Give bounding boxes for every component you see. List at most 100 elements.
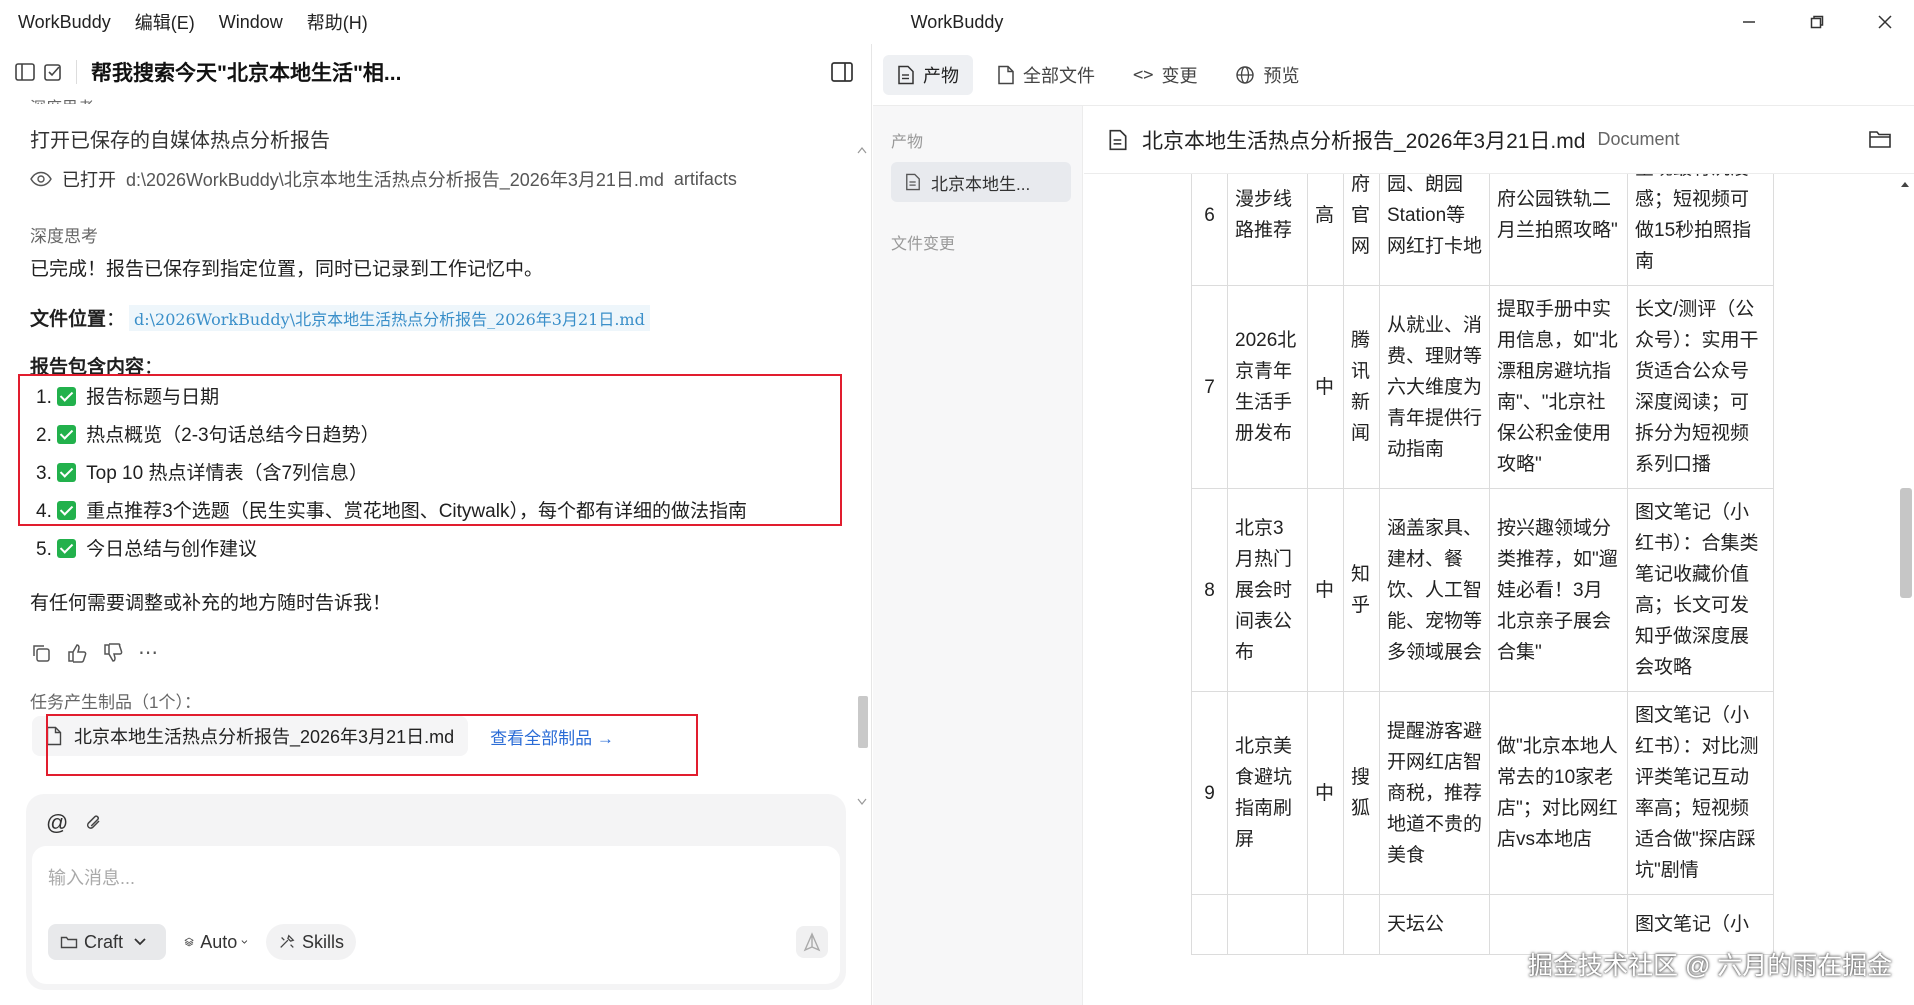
auto-label: Auto — [200, 931, 238, 952]
table-cell: 府官网 — [1343, 174, 1380, 286]
product-item[interactable]: 北京本地生... — [891, 162, 1071, 202]
table-cell: 涵盖家具、建材、餐饮、人工智能、宠物等多领域展会 — [1379, 488, 1490, 692]
rank-cell: 6 — [1191, 174, 1228, 286]
thumbs-up-icon[interactable] — [66, 642, 88, 664]
annotation-box — [46, 714, 698, 776]
closing-message: 有任何需要调整或补充的地方随时告诉我！ — [30, 593, 392, 614]
message-input[interactable]: 输入消息... Craft Auto Skills — [32, 846, 840, 984]
checkbox-checked-icon — [57, 539, 77, 558]
chat-header: 帮我搜索今天"北京本地生活"相... — [0, 44, 872, 100]
table-cell: 提醒游客避开网红店智商税，推荐地道不贵的美食 — [1379, 691, 1490, 895]
document-viewer: 6 漫步线路推荐高府官网 园、朗园Station等网红打卡地 府公园铁轨二月兰拍照攻略… — [1084, 174, 1914, 1005]
changes-section-label: 文件变更 — [891, 236, 956, 253]
table-cell: 腾讯新闻 — [1343, 285, 1380, 489]
scroll-up-icon[interactable] — [1900, 180, 1910, 188]
attach-icon[interactable] — [84, 812, 104, 834]
code-icon: <> — [1133, 64, 1154, 85]
table-cell: 府公园铁轨二月兰拍照攻略" — [1489, 174, 1628, 286]
artifacts-sidebar: 产物 北京本地生... 文件变更 — [873, 106, 1083, 1005]
rank-cell — [1191, 894, 1228, 955]
more-icon[interactable]: ⋯ — [138, 640, 159, 665]
watermark: 掘金技术社区 @ 六月的雨在掘金 — [1528, 952, 1893, 980]
table-cell: 提取手册中实用信息，如"北漂租房避坑指南"、"北京社保公积金使用攻略" — [1489, 285, 1628, 489]
craft-label: Craft — [84, 931, 124, 952]
step-open-report: 打开已保存的自媒体热点分析报告 — [30, 130, 330, 152]
scroll-down-icon[interactable] — [857, 798, 867, 806]
chevron-down-icon — [241, 940, 248, 944]
rank-cell: 9 — [1191, 691, 1228, 895]
tab-products[interactable]: 产物 — [883, 54, 973, 95]
item-number: 5. — [36, 539, 52, 560]
table-cell: 按兴趣领域分类推荐，如"遛娃必看！3月北京亲子展会合集" — [1489, 488, 1628, 692]
tab-preview[interactable]: 预览 — [1221, 55, 1313, 95]
table-cell — [1343, 894, 1380, 955]
document-icon — [898, 65, 914, 84]
send-icon — [803, 932, 821, 952]
menu-window[interactable]: Window — [207, 12, 295, 33]
craft-mode-select[interactable]: Craft — [48, 924, 166, 960]
table-cell — [1307, 894, 1344, 955]
document-title: 北京本地生活热点分析报告_2026年3月21日.md — [1142, 129, 1586, 153]
auto-model-select[interactable]: Auto — [172, 924, 260, 960]
minimize-button[interactable] — [1714, 0, 1784, 44]
table-cell: 中 — [1307, 285, 1344, 489]
tab-label: 预览 — [1263, 65, 1300, 86]
opened-path[interactable]: d:\2026WorkBuddy\北京本地生活热点分析报告_2026年3月21日… — [126, 166, 664, 192]
skills-label: Skills — [301, 931, 344, 952]
file-location-colon: ： — [106, 309, 126, 330]
table-cell: 知乎 — [1343, 488, 1380, 692]
done-message: 已完成！报告已保存到指定位置，同时已记录到工作记忆中。 — [30, 259, 544, 280]
table-row: 9 北京美食避坑指南刷屏中搜狐 提醒游客避开网红店智商税，推荐地道不贵的美食 做"北京… — [1191, 691, 1774, 895]
scroll-up-icon[interactable] — [857, 146, 867, 154]
rank-cell: 8 — [1191, 488, 1228, 692]
table-cell — [1227, 894, 1308, 955]
table-cell: 呈现最有沉浸感；短视频可做15秒拍照指南 — [1627, 174, 1774, 286]
opened-file-row: 已打开 d:\2026WorkBuddy\北京本地生活热点分析报告_2026年3… — [30, 166, 737, 192]
title-bar: WorkBuddy 编辑(E) Window 帮助(H) WorkBuddy — [0, 0, 1914, 44]
message-actions: ⋯ — [30, 640, 159, 665]
file-location-path[interactable]: d:\2026WorkBuddy\北京本地生活热点分析报告_2026年3月21日… — [129, 304, 650, 331]
send-button[interactable] — [796, 926, 828, 958]
chat-scroll-thumb[interactable] — [858, 696, 868, 748]
tools-icon — [280, 934, 295, 948]
skills-button[interactable]: Skills — [266, 924, 356, 960]
thumbs-down-icon[interactable] — [102, 642, 124, 664]
tab-label: 产物 — [923, 65, 959, 86]
new-task-icon[interactable] — [42, 61, 64, 83]
file-location-row: 文件位置： d:\2026WorkBuddy\北京本地生活热点分析报告_2026… — [30, 304, 650, 331]
table-cell: 中 — [1307, 691, 1344, 895]
sidebar-toggle-icon[interactable] — [14, 61, 36, 83]
composer: @ 输入消息... Craft Auto Skills — [26, 794, 846, 990]
document-icon — [906, 173, 920, 191]
restore-button[interactable] — [1782, 0, 1852, 44]
open-folder-icon[interactable] — [1868, 128, 1892, 150]
minimize-icon — [1743, 21, 1755, 23]
document-scroll-thumb[interactable] — [1900, 488, 1912, 598]
table-cell: 中 — [1307, 488, 1344, 692]
table-cell: 做"北京本地人常去的10家老店"；对比网红店vs本地店 — [1489, 691, 1628, 895]
copy-icon[interactable] — [30, 642, 52, 664]
file-icon — [998, 65, 1014, 84]
menu-app[interactable]: WorkBuddy — [0, 12, 123, 33]
mention-icon[interactable]: @ — [46, 810, 68, 836]
table-cell: 从就业、消费、理财等六大维度为青年提供行动指南 — [1379, 285, 1490, 489]
close-icon — [1878, 15, 1892, 29]
tab-label: 全部文件 — [1023, 65, 1095, 86]
clipped-thinking-label: 深度思考 — [30, 94, 94, 104]
thinking-label: 深度思考 — [30, 227, 98, 246]
file-location-label: 文件位置 — [30, 309, 107, 330]
menu-help[interactable]: 帮助(H) — [295, 9, 380, 35]
menu-edit[interactable]: 编辑(E) — [123, 9, 207, 35]
close-window-button[interactable] — [1850, 0, 1914, 44]
panel-toggle-icon[interactable] — [830, 60, 854, 84]
tab-all-files[interactable]: 全部文件 — [983, 55, 1109, 95]
table-cell: 搜狐 — [1343, 691, 1380, 895]
table-cell: 高 — [1307, 174, 1344, 286]
table-cell: 天坛公 — [1379, 894, 1490, 955]
table-cell: 北京美食避坑指南刷屏 — [1227, 691, 1308, 895]
tab-changes[interactable]: <> 变更 — [1119, 55, 1211, 95]
globe-icon — [1236, 65, 1255, 84]
table-cell: 园、朗园Station等网红打卡地 — [1379, 174, 1490, 286]
hotspot-table: 6 漫步线路推荐高府官网 园、朗园Station等网红打卡地 府公园铁轨二月兰拍照攻略… — [1191, 174, 1774, 955]
eye-icon — [30, 171, 52, 187]
